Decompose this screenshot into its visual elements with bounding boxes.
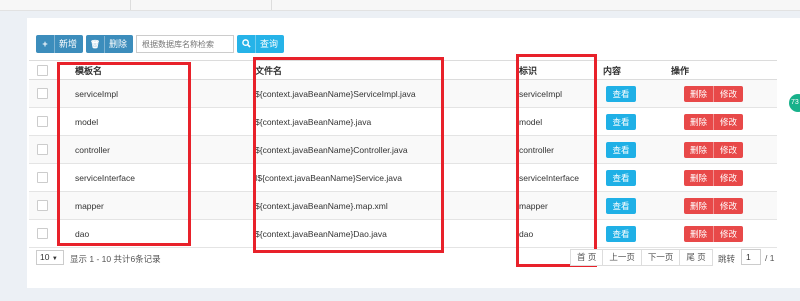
top-tab-bar: [0, 0, 800, 11]
cell-content: 查看: [591, 219, 666, 248]
row-action-group: 删除 修改: [684, 141, 744, 158]
cell-content: 查看: [591, 79, 666, 108]
row-edit-button[interactable]: 修改: [714, 86, 743, 102]
row-action-group: 删除 修改: [684, 169, 744, 186]
row-edit-button[interactable]: 修改: [714, 198, 743, 214]
cell-actions: 删除 修改: [666, 219, 777, 248]
record-summary: 显示 1 - 10 共计6条记录: [70, 254, 161, 264]
cell-content: 查看: [591, 107, 666, 136]
cell-actions: 删除 修改: [666, 163, 777, 192]
row-action-group: 删除 修改: [684, 113, 744, 130]
row-delete-button[interactable]: 删除: [684, 114, 713, 130]
total-pages: / 1: [765, 253, 775, 263]
jump-page-input[interactable]: 1: [741, 249, 761, 265]
query-button[interactable]: 查询: [237, 35, 285, 53]
next-page-button[interactable]: 下一页: [641, 250, 681, 265]
cell-content: 查看: [591, 191, 666, 220]
page-size-value: 10: [40, 252, 50, 262]
row-delete-button[interactable]: 删除: [684, 142, 713, 158]
row-delete-button[interactable]: 删除: [684, 198, 713, 214]
cell-actions: 删除 修改: [666, 79, 777, 108]
highlight-box-template-name: [57, 62, 191, 246]
row-edit-button[interactable]: 修改: [714, 114, 743, 130]
view-button[interactable]: 查看: [606, 197, 636, 214]
view-button[interactable]: 查看: [606, 169, 636, 186]
query-button-label: 查询: [260, 39, 279, 49]
delete-button-label: 删除: [109, 39, 128, 49]
view-button[interactable]: 查看: [606, 85, 636, 102]
view-button[interactable]: 查看: [606, 113, 636, 130]
highlight-box-identifier: [516, 54, 597, 267]
search-icon: [237, 35, 256, 53]
page-size-select[interactable]: 10 ▼: [36, 250, 64, 265]
row-action-group: 删除 修改: [684, 85, 744, 102]
row-edit-button[interactable]: 修改: [714, 226, 743, 242]
jump-label: 跳转: [718, 254, 736, 264]
add-button[interactable]: + 新增: [36, 35, 84, 53]
header-actions: 操作: [666, 60, 777, 80]
add-button-label: 新增: [59, 39, 78, 49]
row-edit-button[interactable]: 修改: [714, 170, 743, 186]
prev-page-button[interactable]: 上一页: [603, 250, 642, 265]
side-float-badge[interactable]: 73: [789, 94, 800, 112]
last-page-button[interactable]: 尾 页: [680, 250, 712, 265]
row-checkbox[interactable]: [37, 88, 48, 100]
cell-actions: 删除 修改: [666, 135, 777, 164]
select-all-checkbox[interactable]: [37, 64, 48, 76]
cell-actions: 删除 修改: [666, 191, 777, 220]
view-button[interactable]: 查看: [606, 141, 636, 158]
row-checkbox[interactable]: [37, 228, 48, 240]
cell-content: 查看: [591, 135, 666, 164]
plus-icon: +: [36, 35, 55, 53]
cell-actions: 删除 修改: [666, 107, 777, 136]
chevron-down-icon: ▼: [51, 256, 58, 262]
row-edit-button[interactable]: 修改: [714, 142, 743, 158]
header-content: 内容: [591, 60, 666, 80]
highlight-box-file-name: [253, 57, 444, 253]
row-checkbox[interactable]: [37, 116, 48, 128]
first-page-button[interactable]: 首 页: [571, 250, 604, 265]
search-input[interactable]: [136, 35, 234, 53]
row-checkbox[interactable]: [37, 200, 48, 212]
trash-icon: 🗑: [86, 36, 105, 54]
row-checkbox[interactable]: [37, 144, 48, 156]
tab-divider: [271, 0, 272, 10]
cell-content: 查看: [591, 163, 666, 192]
row-action-group: 删除 修改: [684, 197, 744, 214]
row-delete-button[interactable]: 删除: [684, 170, 713, 186]
view-button[interactable]: 查看: [606, 225, 636, 242]
row-action-group: 删除 修改: [684, 225, 744, 242]
delete-button[interactable]: 🗑 删除: [86, 35, 134, 54]
pagination: 首 页 上一页 下一页 尾 页: [570, 249, 713, 266]
tab-divider: [130, 0, 131, 10]
row-delete-button[interactable]: 删除: [684, 86, 713, 102]
row-delete-button[interactable]: 删除: [684, 226, 713, 242]
row-checkbox[interactable]: [37, 172, 48, 184]
